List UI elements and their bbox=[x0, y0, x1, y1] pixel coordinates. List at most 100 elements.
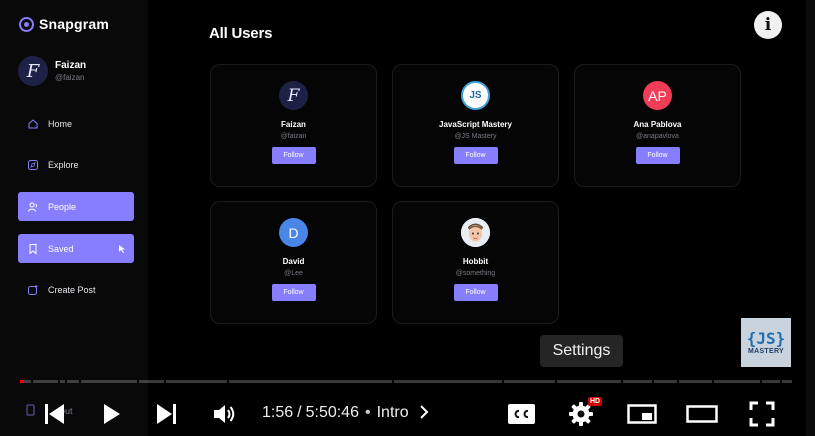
volume-icon bbox=[214, 405, 235, 423]
settings-tooltip: Settings bbox=[540, 335, 623, 367]
avatar: D bbox=[279, 218, 308, 247]
chapter-marker bbox=[79, 380, 81, 383]
hd-badge: HD bbox=[588, 397, 603, 406]
follow-button[interactable]: Follow bbox=[271, 147, 316, 164]
sidebar-item-create-post[interactable]: Create Post bbox=[18, 275, 134, 304]
profile-name: Faizan bbox=[55, 60, 87, 71]
sidebar-item-label: Explore bbox=[48, 159, 79, 170]
chapter-marker bbox=[780, 380, 782, 383]
sidebar-item-label: People bbox=[48, 201, 77, 212]
chapter-marker bbox=[712, 380, 714, 383]
current-time: 1:56 bbox=[262, 404, 294, 421]
chapter-dot-separator: • bbox=[364, 404, 371, 421]
chapter-marker bbox=[65, 380, 67, 383]
bookmark-icon bbox=[27, 243, 39, 255]
time-separator: / bbox=[297, 404, 302, 421]
theater-mode-button[interactable] bbox=[686, 402, 718, 426]
chapter-marker bbox=[137, 380, 139, 383]
user-name: Ana Pablova bbox=[633, 120, 682, 129]
explore-icon bbox=[27, 159, 39, 171]
user-name: Hobbit bbox=[462, 257, 489, 266]
chapter-marker bbox=[555, 380, 557, 383]
create-post-icon bbox=[27, 284, 39, 296]
chapter-marker bbox=[677, 380, 679, 383]
user-handle: @faizan bbox=[280, 133, 307, 140]
user-handle: @JS Mastery bbox=[454, 133, 497, 140]
home-icon bbox=[27, 118, 39, 130]
user-card: D David @Lee Follow bbox=[210, 201, 377, 324]
video-player[interactable]: Snapgram F Faizan @faizan Home Explore P… bbox=[0, 0, 815, 436]
channel-watermark[interactable]: {JS} MASTERY bbox=[741, 318, 791, 367]
sidebar-item-label: Saved bbox=[48, 243, 74, 254]
people-icon bbox=[27, 201, 39, 213]
sidebar-item-saved[interactable]: Saved bbox=[18, 234, 134, 263]
app-name: Snapgram bbox=[39, 16, 110, 32]
avatar: F bbox=[18, 56, 48, 86]
next-icon bbox=[157, 404, 176, 424]
follow-button[interactable]: Follow bbox=[453, 147, 498, 164]
mouse-cursor-icon bbox=[119, 245, 125, 253]
info-icon: i bbox=[764, 15, 772, 35]
play-icon bbox=[104, 404, 120, 424]
fullscreen-button[interactable] bbox=[749, 401, 775, 427]
sidebar-item-people[interactable]: People bbox=[18, 192, 134, 221]
avatar: AP bbox=[643, 81, 672, 110]
user-card: JS JavaScript Mastery @JS Mastery Follow bbox=[392, 64, 559, 187]
chapter-title[interactable]: Intro bbox=[377, 404, 409, 421]
user-name: Faizan bbox=[281, 120, 306, 129]
previous-icon bbox=[45, 404, 64, 424]
snapgram-logo-icon bbox=[19, 16, 34, 32]
progress-bar[interactable] bbox=[20, 380, 792, 383]
user-name: JavaScript Mastery bbox=[439, 120, 512, 129]
user-name: David bbox=[282, 257, 305, 266]
sidebar-profile[interactable]: F Faizan @faizan bbox=[18, 56, 86, 86]
sidebar-item-label: Create Post bbox=[48, 284, 96, 295]
chapter-marker bbox=[760, 380, 762, 383]
profile-handle: @faizan bbox=[55, 73, 85, 82]
sidebar-item-home[interactable]: Home bbox=[18, 109, 134, 138]
user-handle: @something bbox=[455, 270, 496, 277]
miniplayer-button[interactable] bbox=[627, 402, 657, 426]
logout-icon bbox=[26, 404, 36, 418]
chapter-marker bbox=[227, 380, 229, 383]
captions-button[interactable] bbox=[507, 402, 537, 426]
progress-fill bbox=[20, 380, 25, 383]
chapter-marker bbox=[502, 380, 504, 383]
miniplayer-icon bbox=[627, 404, 657, 424]
chapter-marker bbox=[652, 380, 654, 383]
next-button[interactable] bbox=[155, 402, 179, 426]
page-title: All Users bbox=[209, 25, 273, 42]
sidebar-item-label: Home bbox=[48, 118, 73, 129]
app-logo[interactable]: Snapgram bbox=[19, 16, 109, 32]
fullscreen-icon bbox=[749, 401, 775, 427]
duration: 5:50:46 bbox=[305, 404, 359, 421]
user-card: F Faizan @faizan Follow bbox=[210, 64, 377, 187]
sidebar-item-explore[interactable]: Explore bbox=[18, 150, 134, 179]
chevron-right-icon[interactable] bbox=[419, 405, 429, 419]
hobbit-avatar-icon bbox=[461, 218, 490, 247]
follow-button[interactable]: Follow bbox=[271, 284, 316, 301]
user-card: AP Ana Pablova @anapavlova Follow bbox=[574, 64, 741, 187]
sidebar: Snapgram F Faizan @faizan Home Explore P… bbox=[0, 0, 148, 436]
play-button[interactable] bbox=[99, 402, 123, 426]
follow-button[interactable]: Follow bbox=[635, 147, 680, 164]
avatar: F bbox=[279, 81, 308, 110]
watermark-text: MASTERY bbox=[747, 347, 785, 355]
user-card: Hobbit @something Follow bbox=[392, 201, 559, 324]
user-handle: @anapavlova bbox=[636, 133, 679, 140]
user-handle: @Lee bbox=[284, 270, 303, 277]
time-display: 1:56/5:50:46 • Intro bbox=[262, 404, 429, 422]
watermark-logo: {JS} bbox=[746, 328, 786, 348]
captions-icon bbox=[508, 404, 535, 424]
chapter-marker bbox=[392, 380, 394, 383]
volume-button[interactable] bbox=[212, 402, 238, 426]
theater-mode-icon bbox=[686, 405, 718, 423]
chapter-marker bbox=[31, 380, 33, 383]
video-frame[interactable]: Snapgram F Faizan @faizan Home Explore P… bbox=[0, 0, 806, 436]
chapter-marker bbox=[621, 380, 623, 383]
info-button[interactable]: i bbox=[754, 11, 782, 39]
avatar: JS bbox=[461, 81, 490, 110]
chapter-marker bbox=[164, 380, 166, 383]
previous-button[interactable] bbox=[42, 402, 66, 426]
follow-button[interactable]: Follow bbox=[453, 284, 498, 301]
